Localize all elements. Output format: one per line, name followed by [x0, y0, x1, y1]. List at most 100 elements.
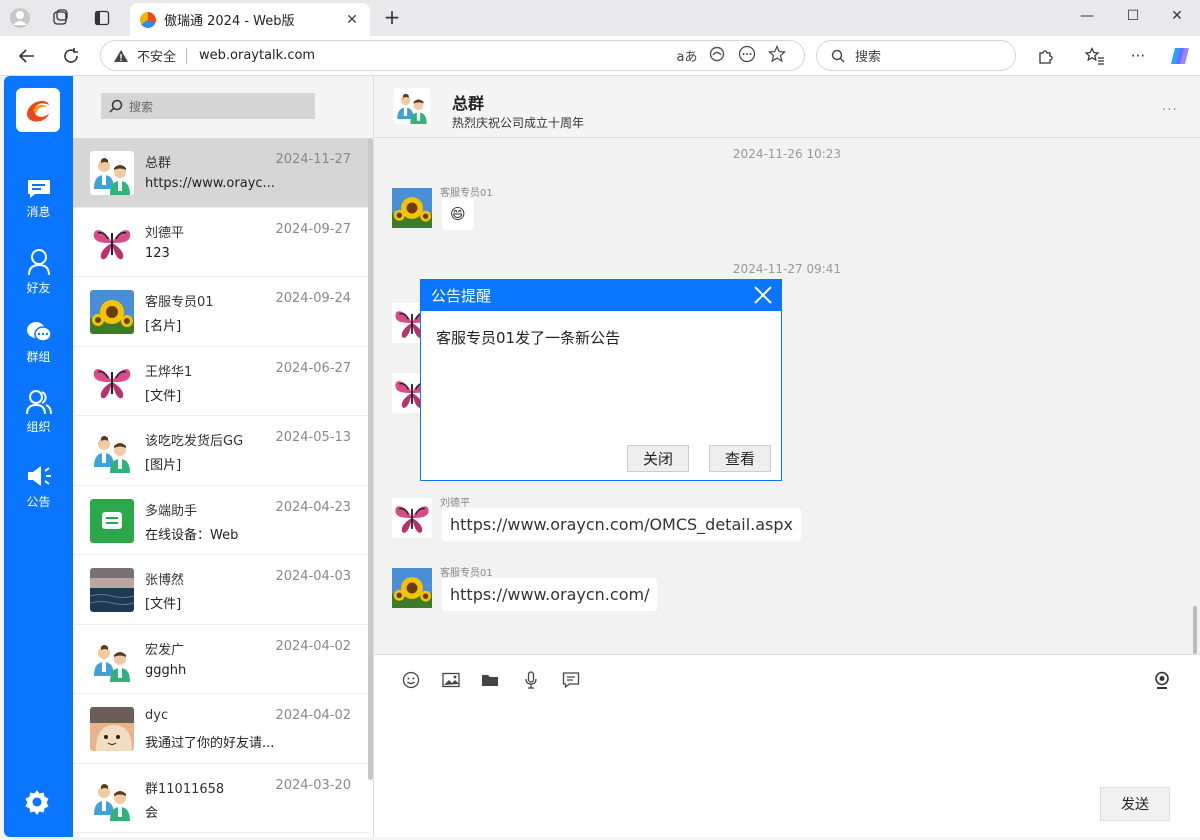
conversation-list-scrollbar[interactable]	[368, 138, 373, 780]
rail-item-groups[interactable]: 群组	[4, 319, 73, 379]
profile-icon[interactable]	[8, 7, 32, 29]
conversation-item[interactable]: dyc 2024-04-02 我通过了你的好友请...	[73, 694, 369, 764]
webcam-icon[interactable]	[1151, 669, 1173, 691]
screenshot-message-icon[interactable]	[560, 669, 582, 691]
emoji-icon[interactable]	[400, 669, 422, 691]
more-tools-icon[interactable]	[732, 45, 762, 67]
close-icon[interactable]	[753, 285, 773, 305]
message-bubble[interactable]: 😄	[442, 198, 474, 230]
conversation-name: 客服专员01	[145, 295, 214, 310]
more-options-icon[interactable]: ···	[1162, 102, 1178, 118]
conversation-date: 2024-11-27	[275, 152, 351, 167]
conversation-date: 2024-06-27	[275, 360, 351, 376]
sender-avatar[interactable]	[392, 568, 432, 608]
back-button[interactable]	[14, 44, 40, 68]
conversation-last-message: 在线设备：Web	[145, 527, 239, 543]
rail-item-organization[interactable]: 组织	[4, 389, 73, 449]
rail-item-label: 群组	[26, 350, 51, 364]
address-bar[interactable]: 不安全 web.oraytalk.com aあ	[100, 40, 805, 71]
avatar	[90, 360, 134, 404]
conversation-date: 2024-04-02	[275, 638, 351, 654]
microphone-icon[interactable]	[520, 669, 542, 691]
app-logo	[16, 88, 60, 132]
folder-icon[interactable]	[479, 669, 501, 691]
avatar	[90, 568, 134, 612]
conversation-item[interactable]: 多端助手 2024-04-23 在线设备：Web	[73, 486, 369, 555]
conversation-last-message: [文件]	[145, 597, 182, 612]
browser-tab[interactable]: 傲瑞通 2024 - Web版 ✕	[130, 3, 370, 36]
settings-gear-icon[interactable]	[22, 787, 52, 817]
person-icon	[27, 249, 50, 276]
chat-scrollbar[interactable]	[1193, 606, 1197, 654]
group-avatar	[90, 638, 134, 682]
url-text[interactable]: web.oraytalk.com	[199, 48, 672, 63]
conversation-item[interactable]: 刘德平 2024-09-27 123	[73, 208, 369, 277]
group-avatar[interactable]	[394, 88, 430, 124]
rail-item-friends[interactable]: 好友	[4, 248, 73, 308]
organization-icon	[25, 390, 52, 415]
chat-title: 总群	[452, 94, 485, 113]
conversation-item[interactable]: 该吃吃发货后GG 2024-05-13 [图片]	[73, 416, 369, 486]
conversation-date: 2024-09-24	[275, 291, 351, 306]
chat-subtitle: 热烈庆祝公司成立十周年	[452, 116, 585, 130]
conversation-item[interactable]: 客服专员01 2024-09-24 [名片]	[73, 277, 369, 347]
extensions-icon[interactable]	[1033, 44, 1059, 68]
message-timestamp: 2024-11-26 10:23	[732, 147, 842, 161]
search-icon	[831, 49, 845, 62]
group-avatar	[90, 429, 134, 473]
conversation-last-message: [名片]	[145, 319, 182, 334]
rail-item-label: 组织	[26, 420, 51, 434]
message-composer[interactable]: 发送	[374, 654, 1200, 837]
conversation-last-message: 123	[145, 245, 170, 261]
new-tab-button[interactable]: +	[380, 7, 404, 29]
tab-actions-icon[interactable]	[90, 7, 114, 29]
sender-avatar[interactable]	[392, 498, 432, 538]
refresh-button[interactable]	[58, 44, 84, 68]
message-sender: 客服专员01	[440, 568, 493, 579]
edge-icon[interactable]	[702, 46, 732, 66]
image-icon[interactable]	[440, 669, 462, 691]
warning-icon[interactable]	[113, 49, 129, 63]
conversation-item[interactable]: 王烨华1 2024-06-27 [文件]	[73, 347, 369, 416]
rail-item-announcements[interactable]: 公告	[4, 462, 73, 522]
avatar	[90, 221, 134, 265]
conversation-name: 总群	[145, 156, 172, 171]
rail-item-label: 消息	[26, 205, 51, 219]
dialog-message: 客服专员01发了一条新公告	[436, 329, 621, 347]
window-close-button[interactable]: ✕	[1154, 0, 1200, 32]
copilot-icon[interactable]	[1167, 44, 1193, 68]
minimize-button[interactable]: —	[1064, 0, 1110, 32]
conversation-name: 该吃吃发货后GG	[145, 434, 244, 449]
conversation-list-panel: 搜索 总群 2024-11-27 https://www.orayc... 刘德…	[73, 76, 374, 837]
sender-avatar[interactable]	[392, 188, 432, 228]
conversation-date: 2024-04-23	[275, 499, 351, 515]
megaphone-icon	[27, 466, 51, 486]
browser-tab-bar: 傲瑞通 2024 - Web版 ✕ + — ☐ ✕	[0, 0, 1200, 36]
favorites-icon[interactable]	[1082, 44, 1108, 68]
dialog-view-button[interactable]: 查看	[709, 445, 771, 472]
conversation-item[interactable]: 宏发广 2024-04-02 ggghh	[73, 625, 369, 694]
maximize-button[interactable]: ☐	[1110, 0, 1156, 32]
conversation-date: 2024-04-02	[275, 708, 351, 723]
browser-search-box[interactable]: 搜索	[816, 40, 1016, 71]
dialog-close-button[interactable]: 关闭	[627, 445, 689, 472]
message-sender: 刘德平	[440, 498, 470, 509]
send-button[interactable]: 发送	[1100, 787, 1170, 821]
conversation-item[interactable]: 张博然 2024-04-03 [文件]	[73, 555, 369, 625]
conversation-item[interactable]: 群11011658 2024-03-20 会	[73, 764, 369, 833]
rail-item-messages[interactable]: 消息	[4, 178, 73, 238]
workspaces-icon[interactable]	[48, 7, 72, 29]
settings-more-icon[interactable]: ···	[1125, 44, 1151, 68]
favorite-star-icon[interactable]	[762, 44, 792, 67]
conversation-date: 2024-03-20	[275, 777, 351, 793]
close-tab-icon[interactable]: ✕	[344, 12, 360, 28]
conversation-name: 张博然	[145, 573, 185, 588]
message-bubble[interactable]: https://www.oraycn.com/	[442, 578, 658, 611]
avatar	[90, 707, 134, 751]
group-avatar	[90, 777, 134, 821]
read-aloud-icon[interactable]: aあ	[672, 46, 702, 65]
message-bubble[interactable]: https://www.oraycn.com/OMCS_detail.aspx	[442, 508, 801, 541]
rail-item-label: 公告	[26, 495, 51, 509]
conversation-item[interactable]: 总群 2024-11-27 https://www.orayc...	[73, 138, 369, 208]
conversation-search-input[interactable]: 搜索	[101, 93, 315, 119]
